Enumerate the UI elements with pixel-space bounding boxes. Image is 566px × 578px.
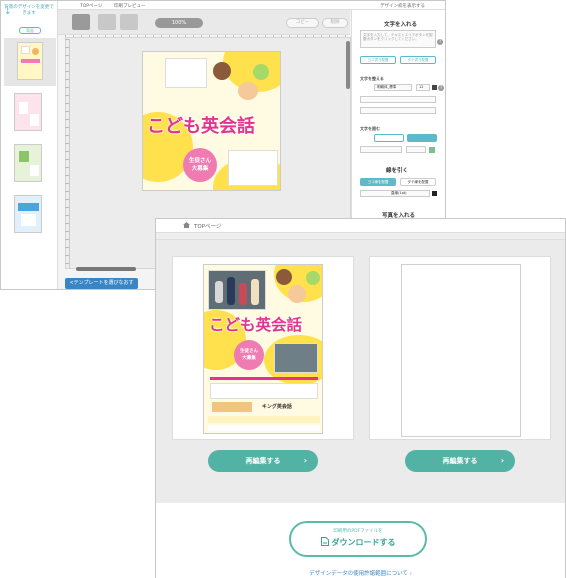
redo-icon[interactable]: [120, 14, 138, 30]
outline-style-select[interactable]: [360, 146, 402, 153]
poster-title: こども英会話: [147, 116, 255, 137]
home-link[interactable]: TOPページ: [80, 3, 102, 9]
chevron-right-icon: ›: [409, 571, 412, 577]
sidebar-hint: 背景のデザインを変更できます: [4, 5, 54, 16]
photo-placeholder[interactable]: [165, 58, 207, 88]
text-color-swatch[interactable]: [432, 85, 437, 90]
thumb-page: [14, 195, 42, 233]
text-input-area[interactable]: 文字を入力して、テキストエリアボタンを配置ボタンをクリックしてください。: [360, 30, 436, 48]
poster-badge: 生徒さん 大募集: [183, 148, 217, 182]
vertical-scrollbar[interactable]: [346, 41, 350, 89]
child-illustration: [276, 269, 292, 285]
section-text-title: 文字を入れる: [384, 22, 418, 28]
terms-link-text: デザインデータの使用許諾範囲について: [309, 571, 408, 577]
help-icon[interactable]: ?: [438, 85, 444, 91]
finished-poster-badge: 生徒さん 大募集: [234, 340, 264, 370]
vertical-ruler: [65, 39, 70, 269]
child-illustration: [213, 62, 231, 80]
terms-link[interactable]: デザインデータの使用許諾範囲について ›: [156, 569, 565, 577]
spacing-controls[interactable]: [360, 107, 436, 114]
zoom-value: 100%: [171, 20, 187, 26]
chevron-right-icon: ›: [500, 456, 504, 465]
section-outline-title: 文字を囲む: [360, 126, 380, 131]
child-illustration: [306, 271, 320, 285]
font-size-select[interactable]: 12: [416, 84, 430, 91]
front-topbar: TOPページ: [156, 219, 565, 233]
tab-back[interactable]: 背面: [19, 27, 41, 34]
editor-topbar: TOPページ 印刷プレビュー デザイン枠を表示する: [58, 1, 445, 10]
section-line-title: 線を引く: [386, 168, 409, 174]
horizontal-scrollbar[interactable]: [76, 267, 136, 271]
zoom-control[interactable]: 100%: [155, 18, 203, 28]
finished-poster-title: こども英会話: [209, 316, 303, 334]
background-button[interactable]: [72, 14, 90, 30]
preview-card-back: [369, 256, 551, 440]
child-illustration: [253, 64, 269, 80]
badge-line1: 生徒さん: [188, 158, 211, 164]
badge-line2: 大募集: [191, 166, 209, 172]
download-pdf-button[interactable]: 印刷用のPDFファイルを ダウンロードする: [289, 521, 427, 557]
choose-template-button[interactable]: <テンプレートを選びなおす: [65, 278, 138, 289]
line-style-select[interactable]: 直線(1pt): [360, 190, 430, 197]
outline-width-select[interactable]: [406, 146, 426, 153]
print-preview-link[interactable]: 印刷プレビュー: [114, 3, 146, 9]
badge-line1: 生徒さん: [240, 349, 258, 354]
school-name: キング英会話: [262, 404, 292, 410]
outline-option-selected[interactable]: [407, 134, 437, 142]
add-vertical-text-button[interactable]: タテ書き配置: [400, 56, 436, 64]
copy-label: コピー: [295, 20, 310, 25]
page-thumbnail-selected[interactable]: [4, 38, 56, 86]
design-guide-toggle[interactable]: デザイン枠を表示する: [380, 3, 425, 9]
delete-label: 削除: [330, 20, 340, 25]
editor-toolbar: 100% コピー 削除: [58, 10, 350, 35]
blank-back-page: [401, 264, 521, 437]
class-photo: [274, 343, 318, 373]
child-illustration: [288, 285, 306, 303]
help-icon[interactable]: ?: [437, 39, 443, 45]
add-horizontal-text-button[interactable]: ヨコ書き配置: [360, 56, 396, 64]
page-sidebar: ↓ 背景のデザインを変更できます 背面: [1, 1, 58, 289]
thumb-page: [14, 93, 42, 131]
page-thumbnail[interactable]: [10, 89, 48, 131]
add-vertical-line-button[interactable]: タテ線を配置: [400, 178, 436, 186]
section-font-title: 文字を整える: [360, 76, 384, 81]
reedit-front-button[interactable]: 再編集する ›: [208, 450, 318, 472]
finished-poster: こども英会話 生徒さん 大募集 キング英会話: [203, 264, 323, 434]
child-illustration: [238, 82, 258, 100]
delete-button[interactable]: 削除: [322, 18, 348, 28]
reedit-front-label: 再編集する: [245, 457, 281, 465]
reedit-back-label: 再編集する: [442, 457, 478, 465]
page-thumbnail[interactable]: [10, 140, 48, 182]
font-select[interactable]: 明朝体_標準: [374, 84, 412, 91]
outline-color-swatch[interactable]: [429, 147, 435, 153]
line-color-swatch[interactable]: [432, 191, 437, 196]
badge-line2: 大募集: [242, 356, 256, 361]
alignment-controls[interactable]: [360, 96, 436, 103]
preview-card-front: こども英会話 生徒さん 大募集 キング英会話: [172, 256, 354, 440]
pdf-file-icon: [320, 537, 329, 546]
download-subtext: 印刷用のPDFファイルを: [333, 529, 383, 534]
thumb-page: [14, 144, 42, 182]
reedit-back-button[interactable]: 再編集する ›: [405, 450, 515, 472]
download-text: ダウンロードする: [331, 538, 396, 547]
undo-icon[interactable]: [98, 14, 116, 30]
copy-button[interactable]: コピー: [286, 18, 319, 28]
group-photo: [208, 270, 266, 310]
download-section: 印刷用のPDFファイルを ダウンロードする デザインデータの使用許諾範囲について…: [156, 503, 565, 578]
download-label: ダウンロードする: [291, 537, 425, 548]
outline-option[interactable]: [374, 134, 404, 142]
photo-placeholder[interactable]: [228, 150, 278, 186]
result-panel: こども英会話 生徒さん 大募集 キング英会話 再編集する › 再編集する › 印…: [156, 239, 565, 578]
page-thumbnail[interactable]: [10, 191, 48, 233]
add-horizontal-line-button[interactable]: ヨコ線を配置: [360, 178, 396, 186]
thumb-page: [17, 42, 43, 80]
breadcrumb-home[interactable]: TOPページ: [194, 222, 221, 230]
canvas-poster[interactable]: こども英会話 生徒さん 大募集: [142, 51, 281, 191]
home-icon: [183, 222, 190, 228]
download-window: TOPページ こども英会話 生徒さん 大募集 キング英会話 再編集する › 再編…: [155, 218, 566, 578]
chevron-right-icon: ›: [303, 456, 307, 465]
